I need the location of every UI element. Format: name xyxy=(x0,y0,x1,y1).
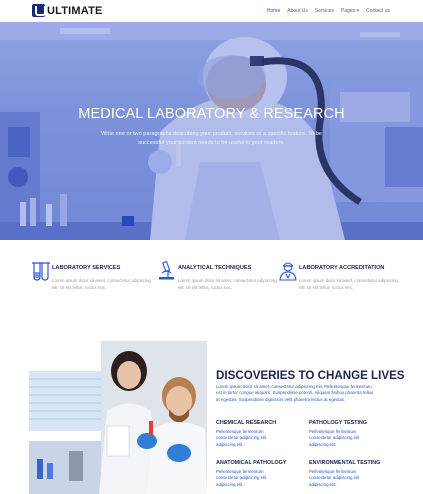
main-menu: Home About Us Services Pages ▾ Contact u… xyxy=(267,8,390,14)
feature-title: LABORATORY ACCREDITATION xyxy=(299,265,385,271)
menu-item-about[interactable]: About Us xyxy=(287,8,308,14)
scientist-icon xyxy=(279,262,297,281)
service-title: ANATOMICAL PATHOLOGY xyxy=(216,460,287,466)
feature-title: ANALYTICAL TECHNIQUES xyxy=(178,265,252,271)
scientists-image xyxy=(29,341,207,494)
feature-title: LABORATORY SERVICES xyxy=(52,265,121,271)
logo[interactable]: ULTIMATE xyxy=(32,4,103,17)
menu-item-pages[interactable]: Pages ▾ xyxy=(341,8,359,14)
service-text: Pellentesque fermentum consectetur adipi… xyxy=(309,429,360,447)
hero-banner: MEDICAL LABORATORY & RESEARCH Write one … xyxy=(0,22,423,240)
discoveries-title: DISCOVERIES TO CHANGE LIVES xyxy=(216,369,405,382)
service-pathology-testing: PATHOLOGY TESTING Pellentesque fermentum… xyxy=(309,420,389,448)
service-text: Pellentesque fermentum consectetur adipi… xyxy=(216,469,267,487)
microscope-icon xyxy=(159,260,174,280)
menu-item-contact[interactable]: Contact us xyxy=(366,8,390,14)
service-environmental-testing: ENVIRONMENTAL TESTING Pellentesque ferme… xyxy=(309,460,389,488)
hero-title: MEDICAL LABORATORY & RESEARCH xyxy=(78,106,345,122)
feature-text: Lorem ipsum dolor sit amet, consectetur … xyxy=(52,278,151,290)
test-tubes-icon xyxy=(32,262,50,281)
feature-text: Lorem ipsum dolor sit amet, consectetur … xyxy=(178,278,277,290)
feature-text: Lorem ipsum dolor sit amet, consectetur … xyxy=(299,278,398,290)
menu-item-services[interactable]: Services xyxy=(315,8,334,14)
menu-item-home[interactable]: Home xyxy=(267,8,280,14)
service-title: CHEMICAL RESEARCH xyxy=(216,420,277,426)
discoveries-text: Lorem ipsum dolor sit amet, consectetur … xyxy=(216,384,374,402)
scientists-photo xyxy=(29,341,207,494)
service-chemical-research: CHEMICAL RESEARCH Pellentesque fermentum… xyxy=(216,420,296,448)
service-text: Pellentesque fermentum consectetur adipi… xyxy=(216,429,267,447)
logo-u-icon xyxy=(32,4,46,17)
service-title: ENVIRONMENTAL TESTING xyxy=(309,460,381,466)
hero-subtitle: Write one or two paragraphs describing y… xyxy=(101,131,322,147)
service-text: Pellentesque fermentum consectetur adipi… xyxy=(309,469,360,487)
service-title: PATHOLOGY TESTING xyxy=(309,420,368,426)
navbar: ULTIMATE Home About Us Services Pages ▾ … xyxy=(0,0,423,22)
logo-text: ULTIMATE xyxy=(47,4,103,17)
service-anatomical-pathology: ANATOMICAL PATHOLOGY Pellentesque fermen… xyxy=(216,460,296,488)
